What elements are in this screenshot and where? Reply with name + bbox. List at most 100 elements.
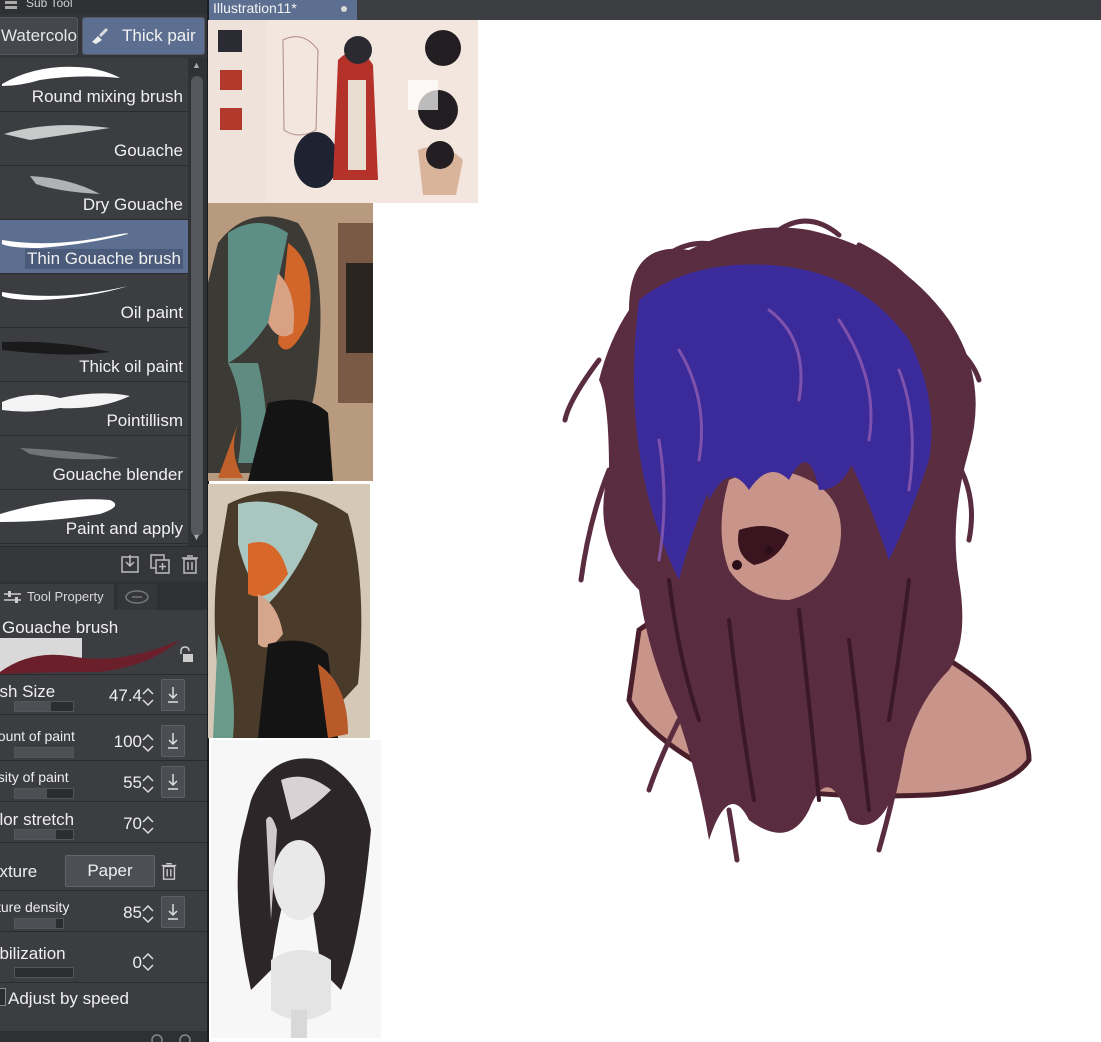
adjust-by-speed-checkbox[interactable] — [0, 988, 6, 1006]
spin-icon[interactable] — [141, 951, 155, 973]
document-tab[interactable]: Illustration11* — [209, 0, 357, 20]
prop-amount-of-paint: nount of paint 100 — [0, 720, 207, 761]
refresh-icon[interactable] — [178, 1033, 192, 1042]
duplicate-icon[interactable] — [149, 553, 171, 575]
tool-property-header: Tool Property — [0, 582, 207, 610]
canvas[interactable] — [208, 20, 1101, 1042]
color-stretch-slider[interactable] — [14, 829, 74, 840]
brush-item[interactable]: Round mixing brush — [0, 58, 188, 112]
density-of-paint-slider[interactable] — [14, 788, 74, 799]
lock-icon[interactable] — [177, 646, 193, 664]
slider-fill — [15, 789, 47, 798]
reference-wig-image[interactable] — [211, 740, 381, 1038]
painting-highlights — [657, 308, 914, 562]
prop-label: abilization — [0, 944, 66, 963]
import-icon[interactable] — [119, 553, 141, 575]
brush-size-slider[interactable] — [14, 701, 74, 712]
painting-mouth — [738, 526, 789, 565]
scroll-up-icon[interactable]: ▲ — [192, 60, 201, 70]
spin-icon[interactable] — [141, 732, 155, 754]
brush-item[interactable]: Paint and apply — [0, 490, 188, 544]
prop-label: xture density — [0, 899, 70, 915]
sub-tool-tabs: Watercolo Thick pair — [0, 14, 207, 58]
spin-icon[interactable] — [141, 814, 155, 836]
brush-item[interactable]: Pointillism — [0, 382, 188, 436]
download-button[interactable] — [161, 896, 185, 928]
tab-tool-property[interactable]: Tool Property — [0, 584, 114, 610]
texture-density-slider[interactable] — [14, 918, 64, 929]
brush-item-label: Gouache — [114, 141, 183, 160]
tab-thick-paint[interactable]: Thick pair — [82, 17, 205, 55]
prop-label: nount of paint — [0, 728, 75, 744]
link-icon — [125, 590, 149, 604]
spin-icon[interactable] — [141, 686, 155, 708]
reference-photo-1[interactable] — [208, 203, 373, 481]
adjust-by-speed-label: Adjust by speed — [8, 989, 129, 1008]
brush-item-label: Thick oil paint — [79, 357, 183, 376]
spin-icon[interactable] — [141, 773, 155, 795]
reference-wig-art — [237, 758, 371, 1038]
prop-label: olor stretch — [0, 810, 75, 829]
brush-list: Round mixing brush Gouache Dry Gouache T… — [0, 58, 188, 546]
trash-icon[interactable] — [179, 553, 201, 575]
download-button[interactable] — [161, 725, 185, 757]
slider-fill — [15, 919, 56, 928]
stabilization-slider[interactable] — [14, 967, 74, 978]
close-tab-icon[interactable] — [341, 6, 347, 12]
reference-image-character-sheet[interactable] — [208, 20, 478, 203]
reference-photo-1-art — [208, 216, 373, 481]
brush-icon — [92, 28, 108, 44]
download-icon — [168, 687, 178, 703]
brush-list-scrollbar[interactable]: ▲ ▼ — [188, 58, 207, 546]
prop-label: exture — [0, 862, 38, 881]
amount-of-paint-slider[interactable] — [14, 747, 74, 758]
prop-stabilization: abilization 0 — [0, 936, 207, 983]
brush-item[interactable]: Oil paint — [0, 274, 188, 328]
slider-fill — [15, 830, 56, 839]
brush-preview: Gouache brush — [0, 612, 207, 675]
settings-icon[interactable] — [150, 1033, 164, 1042]
prop-texture-density: xture density 85 — [0, 891, 207, 932]
prop-value[interactable]: 47.4 — [109, 686, 142, 706]
reference-photo-2-art — [213, 491, 362, 738]
brush-name: Gouache brush — [2, 618, 119, 637]
sub-tool-actions — [0, 546, 207, 583]
slider-fill — [15, 702, 51, 711]
brush-item[interactable]: Gouache blender — [0, 436, 188, 490]
brush-item-label: Gouache blender — [52, 465, 183, 484]
brush-item-label: Dry Gouache — [82, 195, 183, 214]
document-tab-title: Illustration11* — [213, 0, 297, 16]
painting-hair-blue — [634, 264, 932, 580]
reference-photo-2[interactable] — [208, 484, 370, 738]
brush-item[interactable]: Dry Gouache — [0, 166, 188, 220]
painting-piercing — [765, 546, 773, 554]
brush-item[interactable]: Thick oil paint — [0, 328, 188, 382]
prop-value[interactable]: 85 — [123, 903, 142, 923]
tab-thick-paint-label: Thick pair — [122, 26, 196, 45]
painting-bangs — [689, 297, 861, 500]
prop-value[interactable]: 70 — [123, 814, 142, 834]
sub-tool-icon — [5, 1, 17, 9]
painting-shoulders — [626, 591, 1032, 799]
prop-value[interactable]: 55 — [123, 773, 142, 793]
download-icon — [168, 733, 178, 749]
brush-item-label: Paint and apply — [65, 519, 183, 538]
painting-strands — [562, 218, 982, 863]
download-button[interactable] — [161, 766, 185, 798]
spin-icon[interactable] — [141, 903, 155, 925]
brush-item-selected[interactable]: Thin Gouache brush — [0, 220, 188, 274]
tab-brush-shape[interactable] — [117, 584, 157, 610]
scroll-thumb[interactable] — [191, 76, 203, 536]
download-button[interactable] — [161, 679, 185, 711]
texture-paper-button[interactable]: Paper — [65, 855, 155, 887]
prop-value[interactable]: 100 — [114, 732, 142, 752]
download-icon — [168, 904, 178, 920]
tab-watercolor[interactable]: Watercolo — [0, 17, 78, 55]
tool-property-title: Tool Property — [27, 589, 104, 604]
brush-item[interactable]: Gouache — [0, 112, 188, 166]
scroll-down-icon[interactable]: ▼ — [192, 532, 201, 542]
brush-item-label: Pointillism — [106, 411, 183, 430]
painting-face — [721, 470, 841, 600]
prop-density-of-paint: nsity of paint 55 — [0, 761, 207, 802]
trash-icon[interactable] — [159, 860, 179, 882]
